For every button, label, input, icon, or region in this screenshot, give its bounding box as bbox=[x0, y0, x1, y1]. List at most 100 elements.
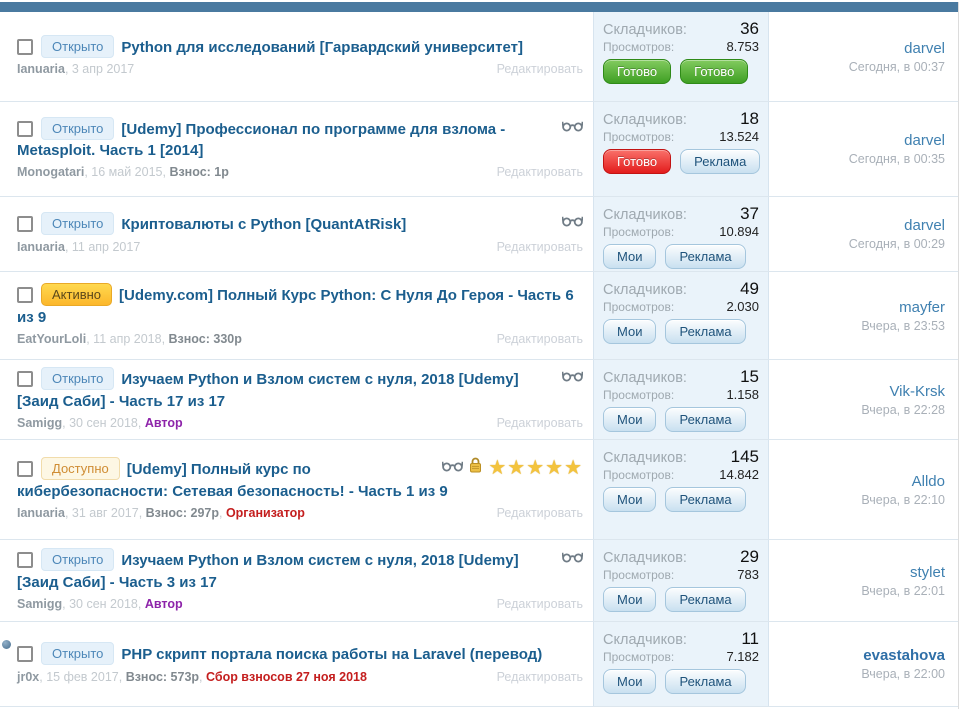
thread-checkbox[interactable] bbox=[17, 38, 33, 55]
prosmotrov-value: 13.524 bbox=[719, 129, 759, 144]
thread-checkbox[interactable] bbox=[17, 552, 33, 569]
skladchikov-row: Складчиков: 49 bbox=[603, 279, 759, 299]
my-button[interactable]: Мои bbox=[603, 319, 657, 344]
thread-title-link[interactable]: Python для исследований [Гарвардский уни… bbox=[121, 39, 523, 56]
thread-meta-line: Редактировать Samigg, 30 сен 2018, Автор bbox=[17, 596, 583, 613]
my-button[interactable]: Мои bbox=[603, 244, 657, 269]
status-badge[interactable]: Открыто bbox=[41, 367, 115, 391]
thread-title-link[interactable]: Криптовалюты с Python [QuantAtRisk] bbox=[121, 216, 406, 233]
last-post-user-link[interactable]: stylet bbox=[910, 564, 945, 581]
lock-icon bbox=[469, 457, 482, 479]
status-toggle-button[interactable]: Готово bbox=[603, 149, 672, 174]
last-post-user-link[interactable]: Alldo bbox=[912, 473, 945, 490]
status-badge[interactable]: Доступно bbox=[41, 457, 120, 481]
thread-stats-cell: Складчиков: 15 Просмотров: 1.158 Мои Реклама bbox=[593, 360, 769, 439]
advert-button[interactable]: Реклама bbox=[665, 407, 746, 432]
thread-checkbox[interactable] bbox=[17, 120, 33, 137]
thread-author[interactable]: Ianuaria bbox=[17, 506, 65, 520]
last-post-user-link[interactable]: darvel bbox=[904, 217, 945, 234]
thread-buttons: Готово Готово bbox=[603, 59, 759, 84]
last-post-cell: darvel Сегодня, в 00:35 bbox=[769, 102, 958, 196]
thread-checkbox[interactable] bbox=[17, 461, 33, 478]
last-post-user-link[interactable]: darvel bbox=[904, 132, 945, 149]
thread-stats-cell: Складчиков: 18 Просмотров: 13.524 Готово Рекл… bbox=[593, 102, 769, 196]
skladchikov-label: Складчиков: bbox=[603, 207, 687, 223]
status-badge[interactable]: Открыто bbox=[41, 642, 115, 666]
status-badge[interactable]: Открыто bbox=[41, 548, 115, 572]
thread-author[interactable]: Ianuaria bbox=[17, 62, 65, 76]
last-post-user-link[interactable]: mayfer bbox=[899, 299, 945, 316]
thread-meta-segment: Взнос: 297р bbox=[145, 505, 219, 520]
thread-meta-segment: , 30 сен 2018, bbox=[62, 596, 145, 611]
glasses-icon bbox=[561, 212, 584, 233]
thread-buttons: Мои Реклама bbox=[603, 487, 759, 512]
status-toggle-button[interactable]: Готово bbox=[603, 59, 672, 84]
last-post-user-link[interactable]: Vik-Krsk bbox=[889, 383, 945, 400]
thread-row: ★★★★★ Доступно [Udemy] Полный курс по кибе… bbox=[0, 440, 958, 540]
thread-author[interactable]: Ianuaria bbox=[17, 240, 65, 254]
skladchikov-label: Складчиков: bbox=[603, 632, 687, 648]
prosmotrov-label: Просмотров: bbox=[603, 40, 675, 54]
last-post-user-link[interactable]: darvel bbox=[904, 40, 945, 57]
edit-link[interactable]: Редактировать bbox=[497, 61, 583, 78]
advert-button[interactable]: Реклама bbox=[680, 149, 761, 174]
thread-author[interactable]: EatYourLoli bbox=[17, 332, 86, 346]
my-button[interactable]: Мои bbox=[603, 669, 657, 694]
thread-checkbox[interactable] bbox=[17, 287, 33, 304]
thread-list: Открыто Python для исследований [Гарвардс… bbox=[0, 12, 958, 707]
status-toggle-button[interactable]: Готово bbox=[680, 59, 749, 84]
edit-link[interactable]: Редактировать bbox=[497, 415, 583, 432]
skladchikov-value: 15 bbox=[740, 367, 759, 386]
thread-meta-segment: , 15 фев 2017, bbox=[39, 669, 126, 684]
thread-meta-segment: Взнос: 1р bbox=[169, 165, 229, 180]
skladchikov-value: 18 bbox=[740, 109, 759, 128]
edit-link[interactable]: Редактировать bbox=[497, 505, 583, 522]
thread-author[interactable]: Monogatari bbox=[17, 165, 84, 179]
thread-meta-segment: , bbox=[218, 505, 226, 520]
last-post-time: Вчера, в 22:10 bbox=[861, 492, 945, 507]
prosmotrov-value: 1.158 bbox=[726, 387, 759, 402]
status-badge[interactable]: Открыто bbox=[41, 212, 115, 236]
my-button[interactable]: Мои bbox=[603, 487, 657, 512]
last-post-user-link[interactable]: evastahova bbox=[863, 647, 945, 664]
thread-author[interactable]: Samigg bbox=[17, 416, 62, 430]
edit-link[interactable]: Редактировать bbox=[497, 239, 583, 256]
my-button[interactable]: Мои bbox=[603, 587, 657, 612]
advert-button[interactable]: Реклама bbox=[665, 587, 746, 612]
thread-checkbox[interactable] bbox=[17, 371, 33, 388]
glasses-icon bbox=[561, 548, 584, 569]
thread-title-line: Открыто Изучаем Python и Взлом систем с н… bbox=[17, 367, 584, 412]
status-badge[interactable]: Открыто bbox=[41, 116, 115, 140]
thread-author[interactable]: Samigg bbox=[17, 597, 62, 611]
thread-main-cell: Открыто Python для исследований [Гарвардс… bbox=[0, 12, 593, 101]
thread-buttons: Мои Реклама bbox=[603, 669, 759, 694]
thread-buttons: Мои Реклама bbox=[603, 244, 759, 269]
thread-checkbox[interactable] bbox=[17, 646, 33, 663]
advert-button[interactable]: Реклама bbox=[665, 487, 746, 512]
my-button[interactable]: Мои bbox=[603, 407, 657, 432]
thread-author[interactable]: jr0x bbox=[17, 670, 39, 684]
edit-link[interactable]: Редактировать bbox=[497, 331, 583, 348]
skladchikov-value: 37 bbox=[740, 204, 759, 223]
prosmotrov-value: 2.030 bbox=[726, 299, 759, 314]
advert-button[interactable]: Реклама bbox=[665, 669, 746, 694]
thread-meta-segment: , 31 авг 2017, bbox=[64, 505, 146, 520]
skladchikov-value: 36 bbox=[740, 19, 759, 38]
thread-title-link[interactable]: PHP скрипт портала поиска работы на Lara… bbox=[121, 646, 542, 663]
thread-checkbox[interactable] bbox=[17, 216, 33, 233]
thread-main-cell: ★★★★★ Доступно [Udemy] Полный курс по кибе… bbox=[0, 440, 593, 539]
skladchikov-label: Складчиков: bbox=[603, 370, 687, 386]
thread-title-line: Открыто PHP скрипт портала поиска работы … bbox=[17, 642, 583, 666]
edit-link[interactable]: Редактировать bbox=[497, 596, 583, 613]
thread-meta-segment: , 3 апр 2017 bbox=[64, 62, 135, 77]
skladchikov-row: Складчиков: 37 bbox=[603, 204, 759, 224]
thread-main-cell: Открыто Криптовалюты с Python [QuantAtRis… bbox=[0, 197, 593, 271]
skladchikov-row: Складчиков: 18 bbox=[603, 109, 759, 129]
advert-button[interactable]: Реклама bbox=[665, 319, 746, 344]
advert-button[interactable]: Реклама bbox=[665, 244, 746, 269]
status-badge[interactable]: Активно bbox=[41, 283, 113, 307]
status-badge[interactable]: Открыто bbox=[41, 34, 115, 58]
edit-link[interactable]: Редактировать bbox=[497, 669, 583, 686]
edit-link[interactable]: Редактировать bbox=[497, 164, 583, 181]
last-post-cell: mayfer Вчера, в 23:53 bbox=[769, 272, 958, 359]
